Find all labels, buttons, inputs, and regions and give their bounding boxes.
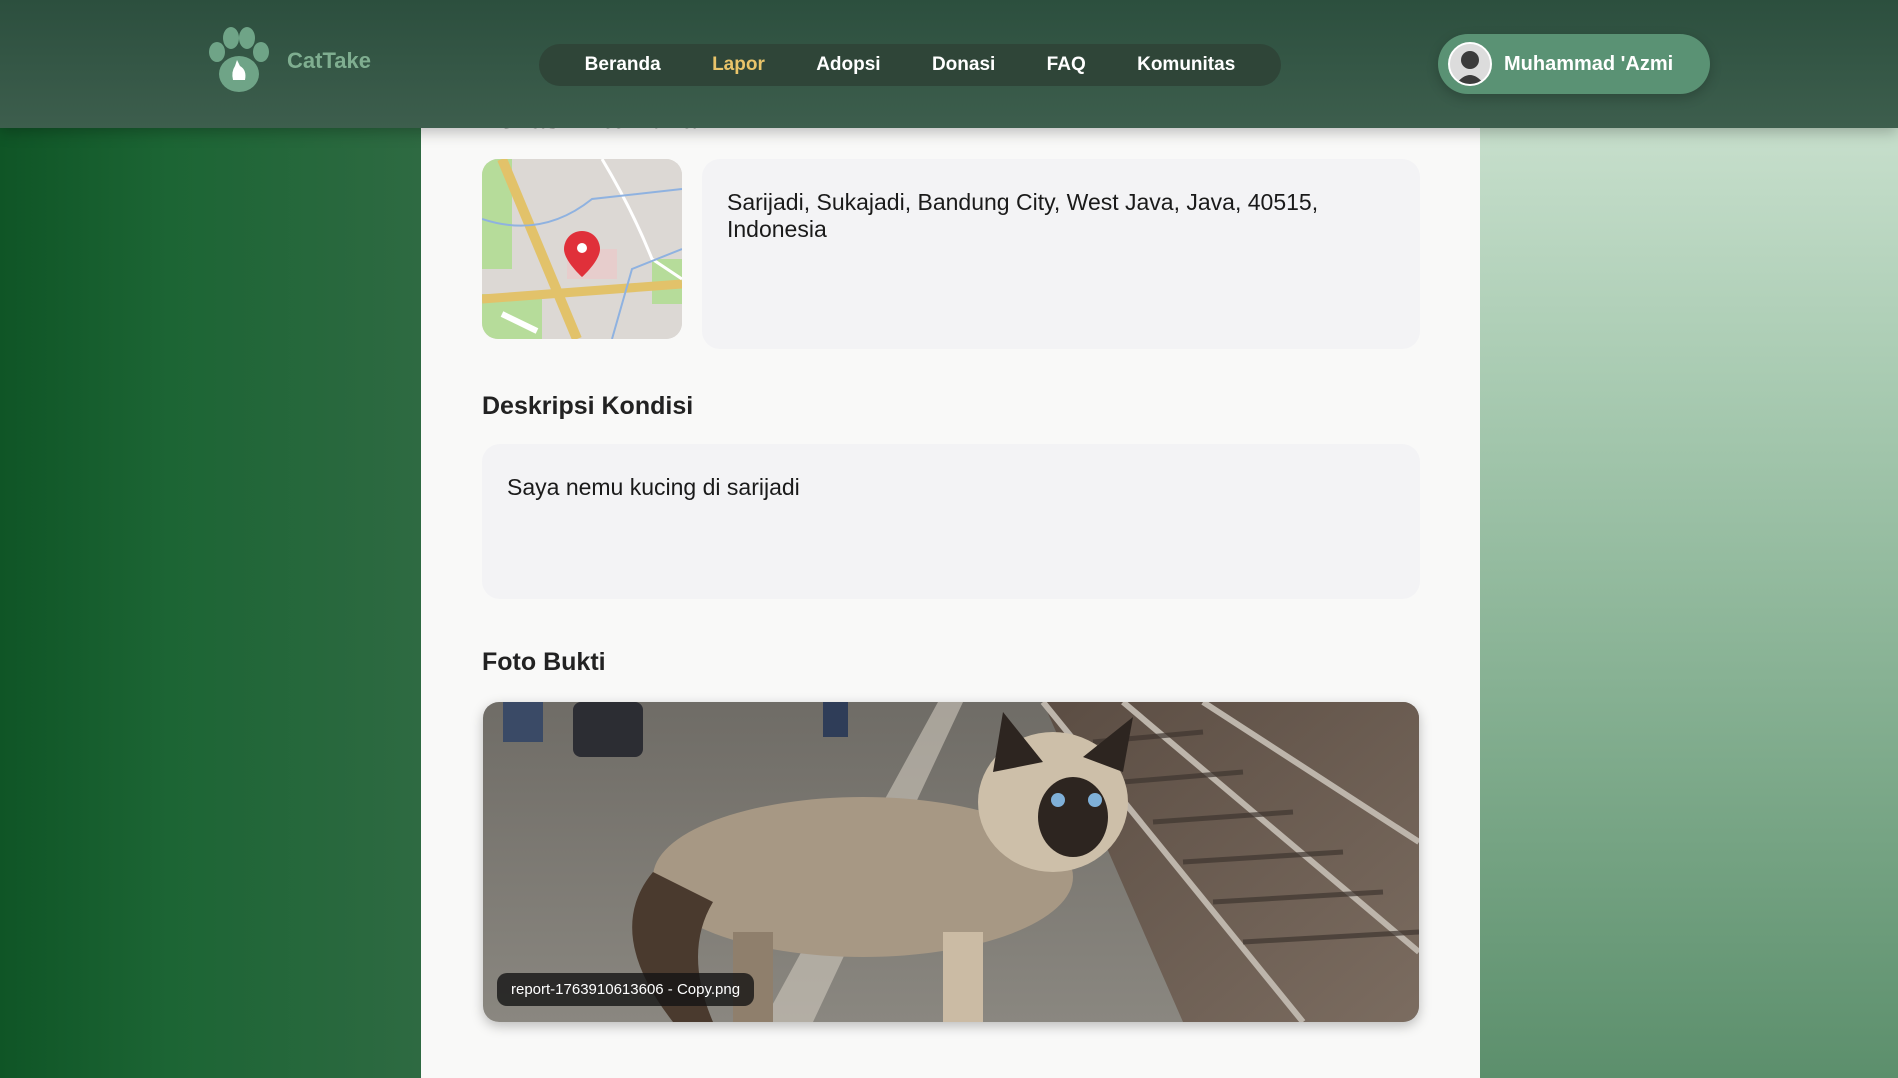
nav-komunitas[interactable]: Komunitas [1137, 54, 1235, 76]
map-image [482, 159, 682, 339]
avatar [1448, 42, 1492, 86]
nav-beranda[interactable]: Beranda [585, 54, 661, 76]
address-field: Sarijadi, Sukajadi, Bandung City, West J… [702, 159, 1420, 349]
background-right [1480, 0, 1898, 1078]
brand-logo[interactable]: CatTake [203, 26, 371, 96]
top-navbar: CatTake Beranda Lapor Adopsi Donasi FAQ … [0, 0, 1898, 128]
user-avatar-icon [1450, 44, 1490, 84]
main-nav: Beranda Lapor Adopsi Donasi FAQ Komunita… [539, 44, 1281, 86]
description-title: Deskripsi Kondisi [482, 392, 694, 420]
address-text: Sarijadi, Sukajadi, Bandung City, West J… [727, 189, 1319, 242]
photo-title: Foto Bukti [482, 648, 606, 676]
paw-logo-icon [209, 27, 269, 92]
nav-adopsi[interactable]: Adopsi [816, 54, 880, 76]
evidence-photo[interactable]: report-1763910613606 - Copy.png [483, 702, 1419, 1022]
nav-donasi[interactable]: Donasi [932, 54, 995, 76]
map-thumbnail[interactable] [482, 159, 682, 339]
photo-filename: report-1763910613606 - Copy.png [497, 973, 755, 1006]
description-text: Saya nemu kucing di sarijadi [507, 474, 800, 500]
brand-name: CatTake [287, 48, 371, 73]
description-field: Saya nemu kucing di sarijadi [482, 444, 1420, 599]
background-left [0, 0, 421, 1078]
user-name: Muhammad 'Azmi [1504, 52, 1674, 75]
nav-lapor[interactable]: Lapor [712, 54, 765, 76]
nav-faq[interactable]: FAQ [1047, 54, 1086, 76]
user-profile-button[interactable]: Muhammad 'Azmi [1438, 34, 1710, 94]
